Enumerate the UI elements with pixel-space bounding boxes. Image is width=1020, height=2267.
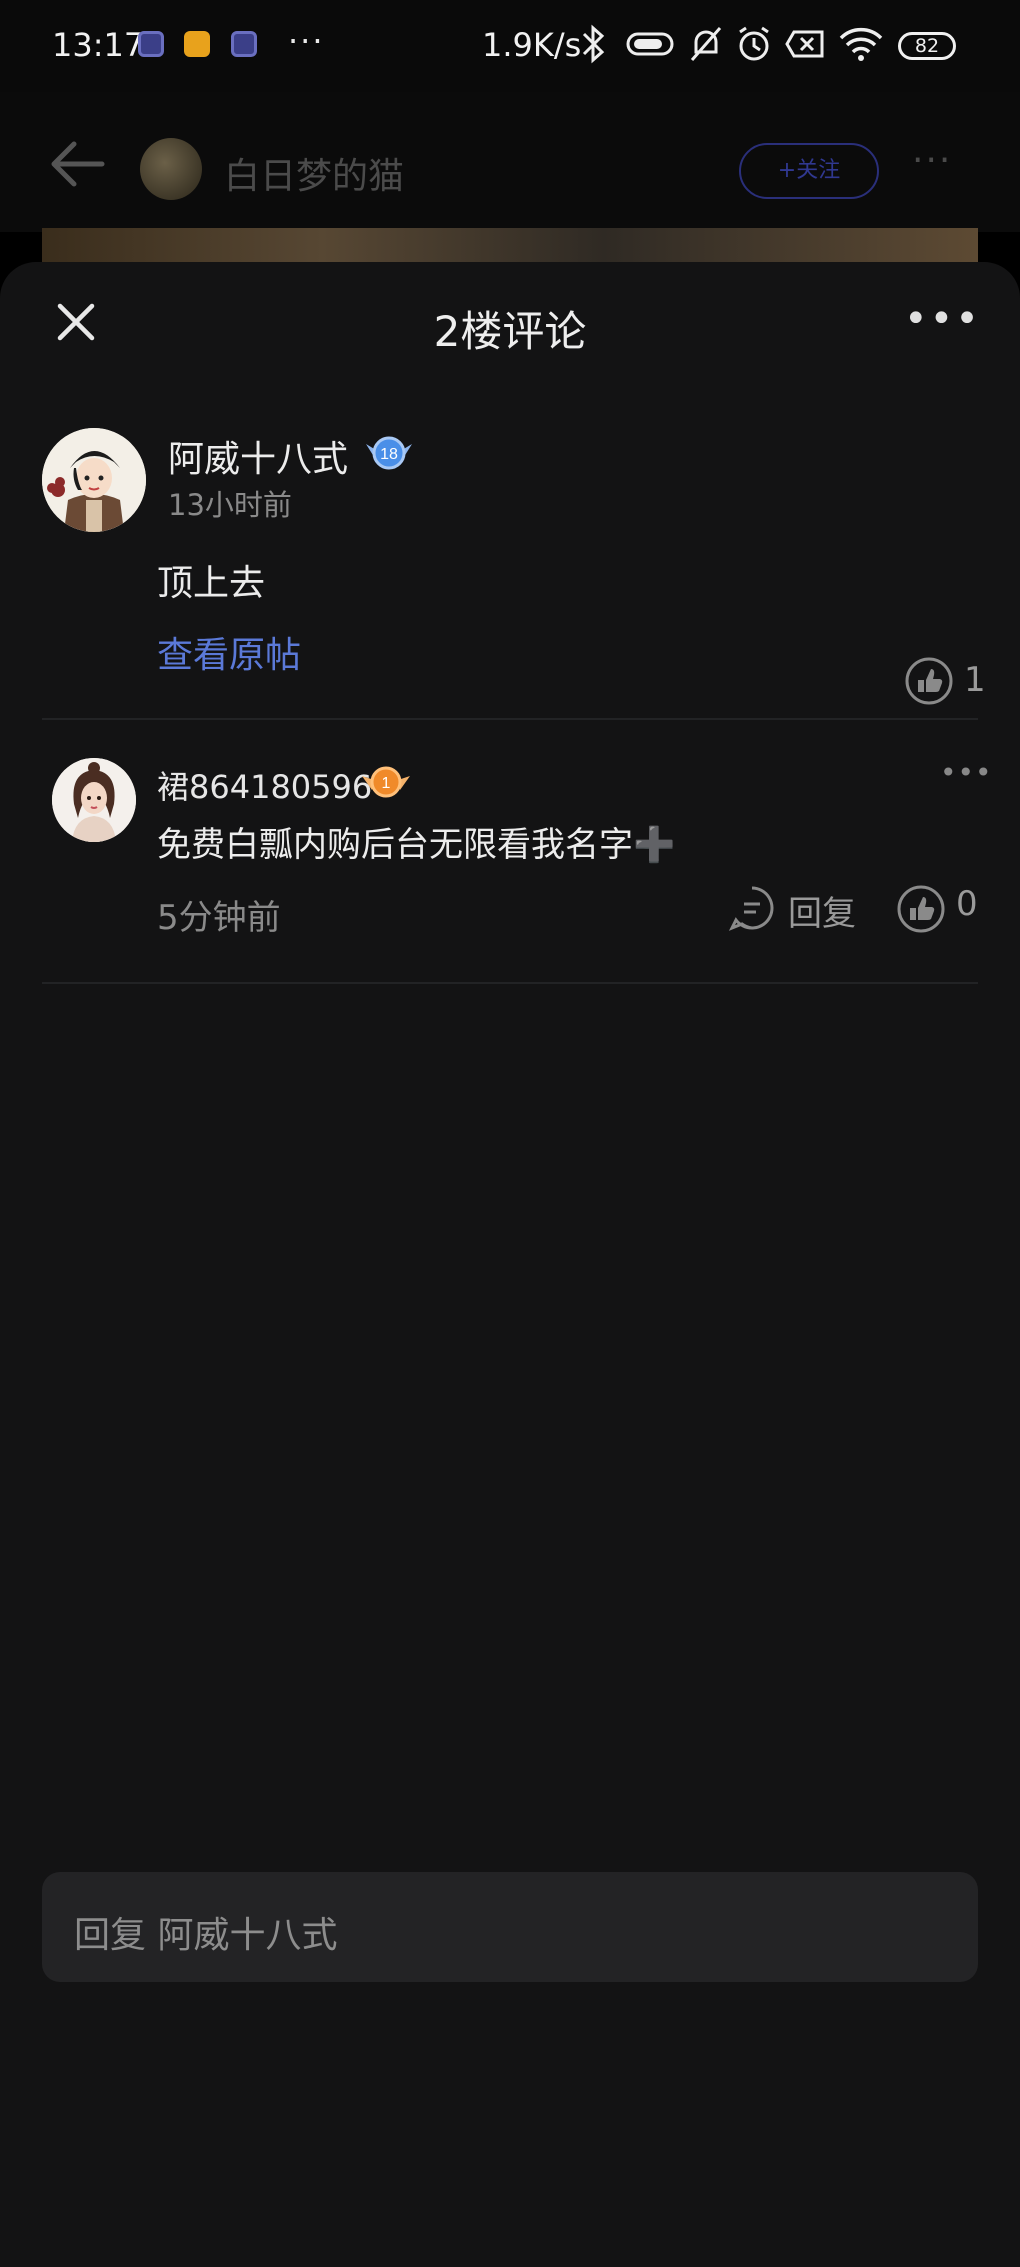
reply-input-placeholder: 回复 阿威十八式 bbox=[74, 1915, 338, 1956]
avatar-illustration bbox=[42, 428, 146, 532]
reply-content: 免费白瓢内购后台无限看我名字➕ bbox=[157, 825, 676, 865]
avatar-illustration bbox=[52, 758, 136, 842]
comment-time: 13小时前 bbox=[168, 488, 292, 522]
thumb-up-icon[interactable] bbox=[904, 656, 954, 706]
vibrate-icon bbox=[626, 32, 674, 56]
comment-content: 顶上去 bbox=[157, 563, 266, 604]
avatar[interactable] bbox=[140, 138, 202, 200]
more-icon[interactable]: ••• bbox=[904, 296, 981, 342]
network-speed: 1.9K/s bbox=[482, 26, 582, 64]
reply-button-label: 回复 bbox=[788, 894, 856, 934]
divider bbox=[42, 982, 978, 984]
more-notifications-icon: ··· bbox=[288, 22, 325, 60]
comment-bubble-icon bbox=[728, 886, 774, 931]
like-count: 0 bbox=[956, 884, 978, 924]
reply-button[interactable]: 回复 bbox=[728, 882, 864, 936]
post-author-name[interactable]: 白日梦的猫 bbox=[224, 147, 404, 199]
level-badge: 1 bbox=[358, 760, 414, 804]
level-number: 18 bbox=[380, 446, 398, 463]
comment-author-name[interactable]: 阿威十八式 bbox=[168, 430, 348, 482]
sim-off-icon bbox=[785, 30, 824, 58]
background-post-header: 白日梦的猫 +关注 ··· bbox=[0, 92, 1020, 232]
more-icon[interactable]: ··· bbox=[912, 140, 952, 181]
wifi-icon bbox=[839, 27, 883, 61]
like-count: 1 bbox=[964, 660, 986, 700]
reply-input[interactable]: 回复 阿威十八式 bbox=[42, 1872, 978, 1982]
avatar[interactable] bbox=[52, 758, 136, 842]
comment-sheet: 2楼评论 ••• 阿威十八式 18 13小时前 顶上去 查看原帖 1 裙8641… bbox=[0, 262, 1020, 2267]
app-notification-icon bbox=[138, 31, 164, 57]
video-app-icon bbox=[184, 31, 210, 57]
alarm-icon bbox=[739, 26, 769, 61]
sheet-title: 2楼评论 bbox=[433, 307, 587, 356]
view-original-post-link[interactable]: 查看原帖 bbox=[157, 626, 301, 678]
back-arrow-icon[interactable] bbox=[48, 136, 108, 192]
reply-author-name[interactable]: 裙864180596 bbox=[157, 762, 372, 808]
status-time: 13:17 bbox=[52, 26, 145, 64]
level-number: 1 bbox=[382, 775, 391, 792]
level-badge-icon: 18 bbox=[366, 436, 412, 470]
more-icon[interactable]: ••• bbox=[940, 756, 993, 789]
mute-bell-icon bbox=[690, 27, 722, 61]
divider bbox=[42, 718, 978, 720]
status-bar: 13:17 ··· 1.9K/s 82 bbox=[0, 0, 1020, 92]
follow-button[interactable]: +关注 bbox=[739, 143, 879, 199]
level-badge-icon: 1 bbox=[362, 766, 410, 798]
reply-time: 5分钟前 bbox=[157, 898, 281, 938]
thumb-up-icon[interactable] bbox=[896, 884, 946, 934]
avatar[interactable] bbox=[42, 428, 146, 532]
app-notification-icon bbox=[231, 31, 257, 57]
level-badge: 18 bbox=[362, 430, 416, 476]
battery-icon: 82 bbox=[898, 32, 956, 60]
bluetooth-icon bbox=[582, 24, 605, 64]
